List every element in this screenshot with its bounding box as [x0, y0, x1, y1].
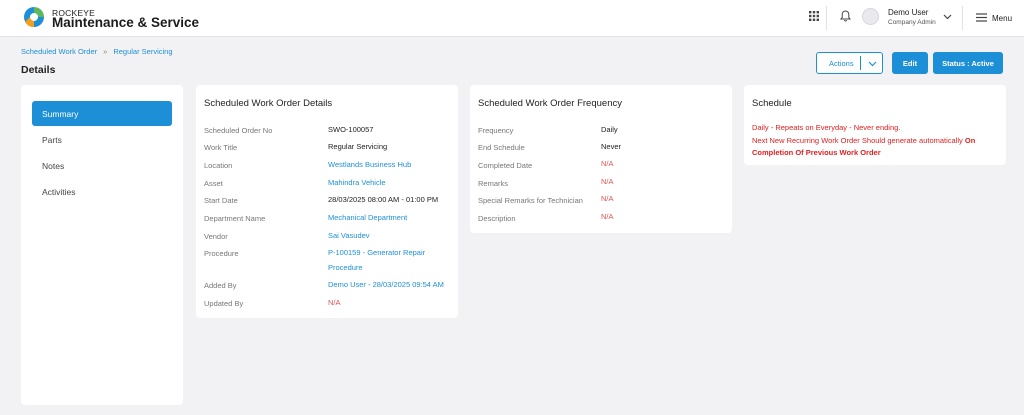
chevron-down-icon[interactable] [943, 14, 952, 20]
detail-label: Department Name [204, 214, 266, 223]
detail-sidebar: Summary Parts Notes Activities [21, 85, 183, 405]
actions-button[interactable]: Actions [816, 52, 883, 74]
details-card: Scheduled Work Order Details Scheduled O… [196, 85, 458, 318]
hamburger-menu-icon[interactable] [976, 13, 987, 22]
bell-icon[interactable] [840, 10, 851, 22]
chevron-down-icon[interactable] [868, 61, 877, 67]
rockeye-logo-icon [24, 7, 44, 28]
actions-label: Actions [829, 58, 854, 68]
detail-label: Location [204, 161, 233, 170]
completed-date-value: N/A [601, 159, 614, 168]
frequency-label: Frequency [478, 126, 514, 135]
frequency-card: Scheduled Work Order Frequency Frequency… [470, 85, 732, 233]
detail-label: Updated By [204, 299, 244, 308]
page-title: Details [21, 64, 56, 76]
frequency-label: End Schedule [478, 143, 525, 152]
schedule-card: Schedule Daily - Repeats on Everyday - N… [744, 85, 1006, 165]
sidebar-item-activities[interactable]: Activities [32, 179, 172, 204]
detail-label: Vendor [204, 232, 228, 241]
frequency-label: Description [478, 214, 516, 223]
detail-label: Procedure [204, 249, 239, 258]
remarks-value: N/A [601, 177, 614, 186]
schedule-summary: Daily - Repeats on Everyday - Never endi… [752, 123, 901, 132]
edit-button[interactable]: Edit [892, 52, 928, 74]
user-name[interactable]: Demo User [888, 8, 928, 17]
sidebar-item-notes[interactable]: Notes [32, 153, 172, 178]
frequency-label: Special Remarks for Technician [478, 196, 583, 205]
detail-label: Start Date [204, 196, 238, 205]
special-remarks-value: N/A [601, 194, 614, 203]
top-bar: ROCKEYE Maintenance & Service Demo User … [0, 0, 1024, 37]
breadcrumb-current[interactable]: Regular Servicing [113, 47, 172, 56]
detail-label: Scheduled Order No [204, 126, 273, 135]
frequency-label: Remarks [478, 179, 509, 188]
vendor-link[interactable]: Sai Vasudev [328, 228, 370, 243]
schedule-note-emphasis: On [964, 136, 976, 145]
sidebar-item-parts[interactable]: Parts [32, 127, 172, 152]
schedule-card-title: Schedule [752, 98, 792, 109]
procedure-link[interactable]: P-100159 - Generator Repair Procedure [328, 245, 453, 275]
frequency-label: Completed Date [478, 161, 533, 170]
schedule-note-text: Next New Recurring Work Order Should gen… [752, 136, 963, 145]
menu-label[interactable]: Menu [992, 14, 1012, 23]
sidebar-item-summary[interactable]: Summary [32, 101, 172, 126]
breadcrumb: Scheduled Work Order » Regular Servicing [21, 47, 173, 56]
frequency-card-title: Scheduled Work Order Frequency [478, 98, 622, 109]
split-divider [860, 56, 861, 70]
breadcrumb-parent-link[interactable]: Scheduled Work Order [21, 47, 97, 56]
frequency-value: Daily [601, 125, 618, 134]
scheduled-order-no: SWO-100057 [328, 125, 374, 134]
detail-label: Work Title [204, 143, 238, 152]
asset-link[interactable]: Mahindra Vehicle [328, 175, 386, 190]
avatar[interactable] [862, 8, 879, 25]
details-card-title: Scheduled Work Order Details [204, 98, 333, 109]
description-value: N/A [601, 212, 614, 221]
divider [826, 6, 827, 30]
location-link[interactable]: Westlands Business Hub [328, 157, 411, 172]
app-title: Maintenance & Service [52, 15, 200, 30]
breadcrumb-chevron-icon: » [103, 47, 108, 56]
start-date-value: 28/03/2025 08:00 AM - 01:00 PM [328, 195, 439, 204]
status-button[interactable]: Status : Active [933, 52, 1003, 74]
schedule-note-emphasis-continued: Completion Of Previous Work Order [752, 148, 881, 157]
schedule-note: Next New Recurring Work Order Should gen… [752, 136, 1002, 145]
updated-by-value: N/A [328, 298, 341, 307]
apps-grid-icon[interactable] [809, 11, 819, 21]
user-role: Company Admin [888, 19, 936, 26]
end-schedule-value: Never [601, 142, 622, 151]
detail-label: Asset [204, 179, 223, 188]
detail-label: Added By [204, 281, 237, 290]
department-link[interactable]: Mechanical Department [328, 210, 407, 225]
work-title-value: Regular Servicing [328, 142, 388, 151]
added-by-link[interactable]: Demo User - 28/03/2025 09:54 AM [328, 277, 444, 292]
schedule-note-continued: Completion Of Previous Work Order [752, 148, 881, 157]
divider [962, 6, 963, 30]
